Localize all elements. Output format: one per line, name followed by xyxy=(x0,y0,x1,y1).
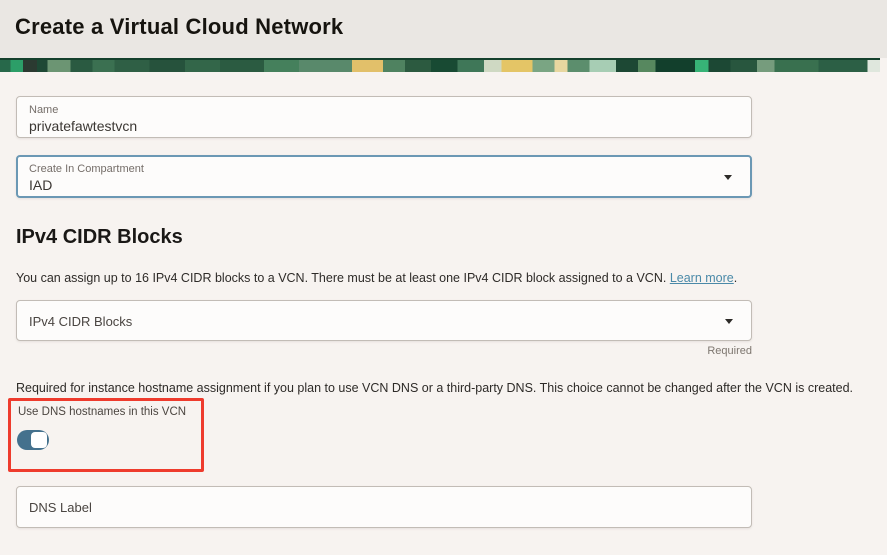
sentence-period: . xyxy=(733,271,738,285)
create-vcn-page: Create a Virtual Cloud Network Name priv… xyxy=(0,0,887,555)
page-title: Create a Virtual Cloud Network xyxy=(15,14,344,39)
name-field-label: Name xyxy=(29,104,59,116)
ipv4-cidr-description: You can assign up to 16 IPv4 CIDR blocks… xyxy=(16,271,737,285)
decorative-banner xyxy=(0,58,880,72)
ipv4-cidr-section-heading: IPv4 CIDR Blocks xyxy=(16,226,183,248)
ipv4-cidr-description-text: You can assign up to 16 IPv4 CIDR blocks… xyxy=(16,271,670,285)
toggle-knob xyxy=(31,432,47,448)
learn-more-link[interactable]: Learn more xyxy=(670,271,734,285)
dns-hostnames-toggle-label: Use DNS hostnames in this VCN xyxy=(18,406,187,418)
name-field[interactable]: Name privatefawtestvcn xyxy=(16,96,752,138)
ipv4-cidr-dropdown-label: IPv4 CIDR Blocks xyxy=(29,314,133,329)
compartment-select-value: IAD xyxy=(29,177,53,193)
compartment-select[interactable]: Create In Compartment IAD xyxy=(16,155,752,198)
dns-label-input[interactable] xyxy=(16,486,752,528)
dns-description: Required for instance hostname assignmen… xyxy=(16,381,853,395)
chevron-down-icon xyxy=(725,318,733,324)
page-header: Create a Virtual Cloud Network xyxy=(0,0,887,58)
name-field-value: privatefawtestvcn xyxy=(29,118,138,134)
required-hint: Required xyxy=(707,345,752,357)
ipv4-cidr-dropdown[interactable]: IPv4 CIDR Blocks xyxy=(16,300,752,341)
chevron-down-icon xyxy=(724,174,732,180)
dns-hostnames-toggle[interactable] xyxy=(17,430,49,450)
compartment-select-label: Create In Compartment xyxy=(29,163,144,175)
